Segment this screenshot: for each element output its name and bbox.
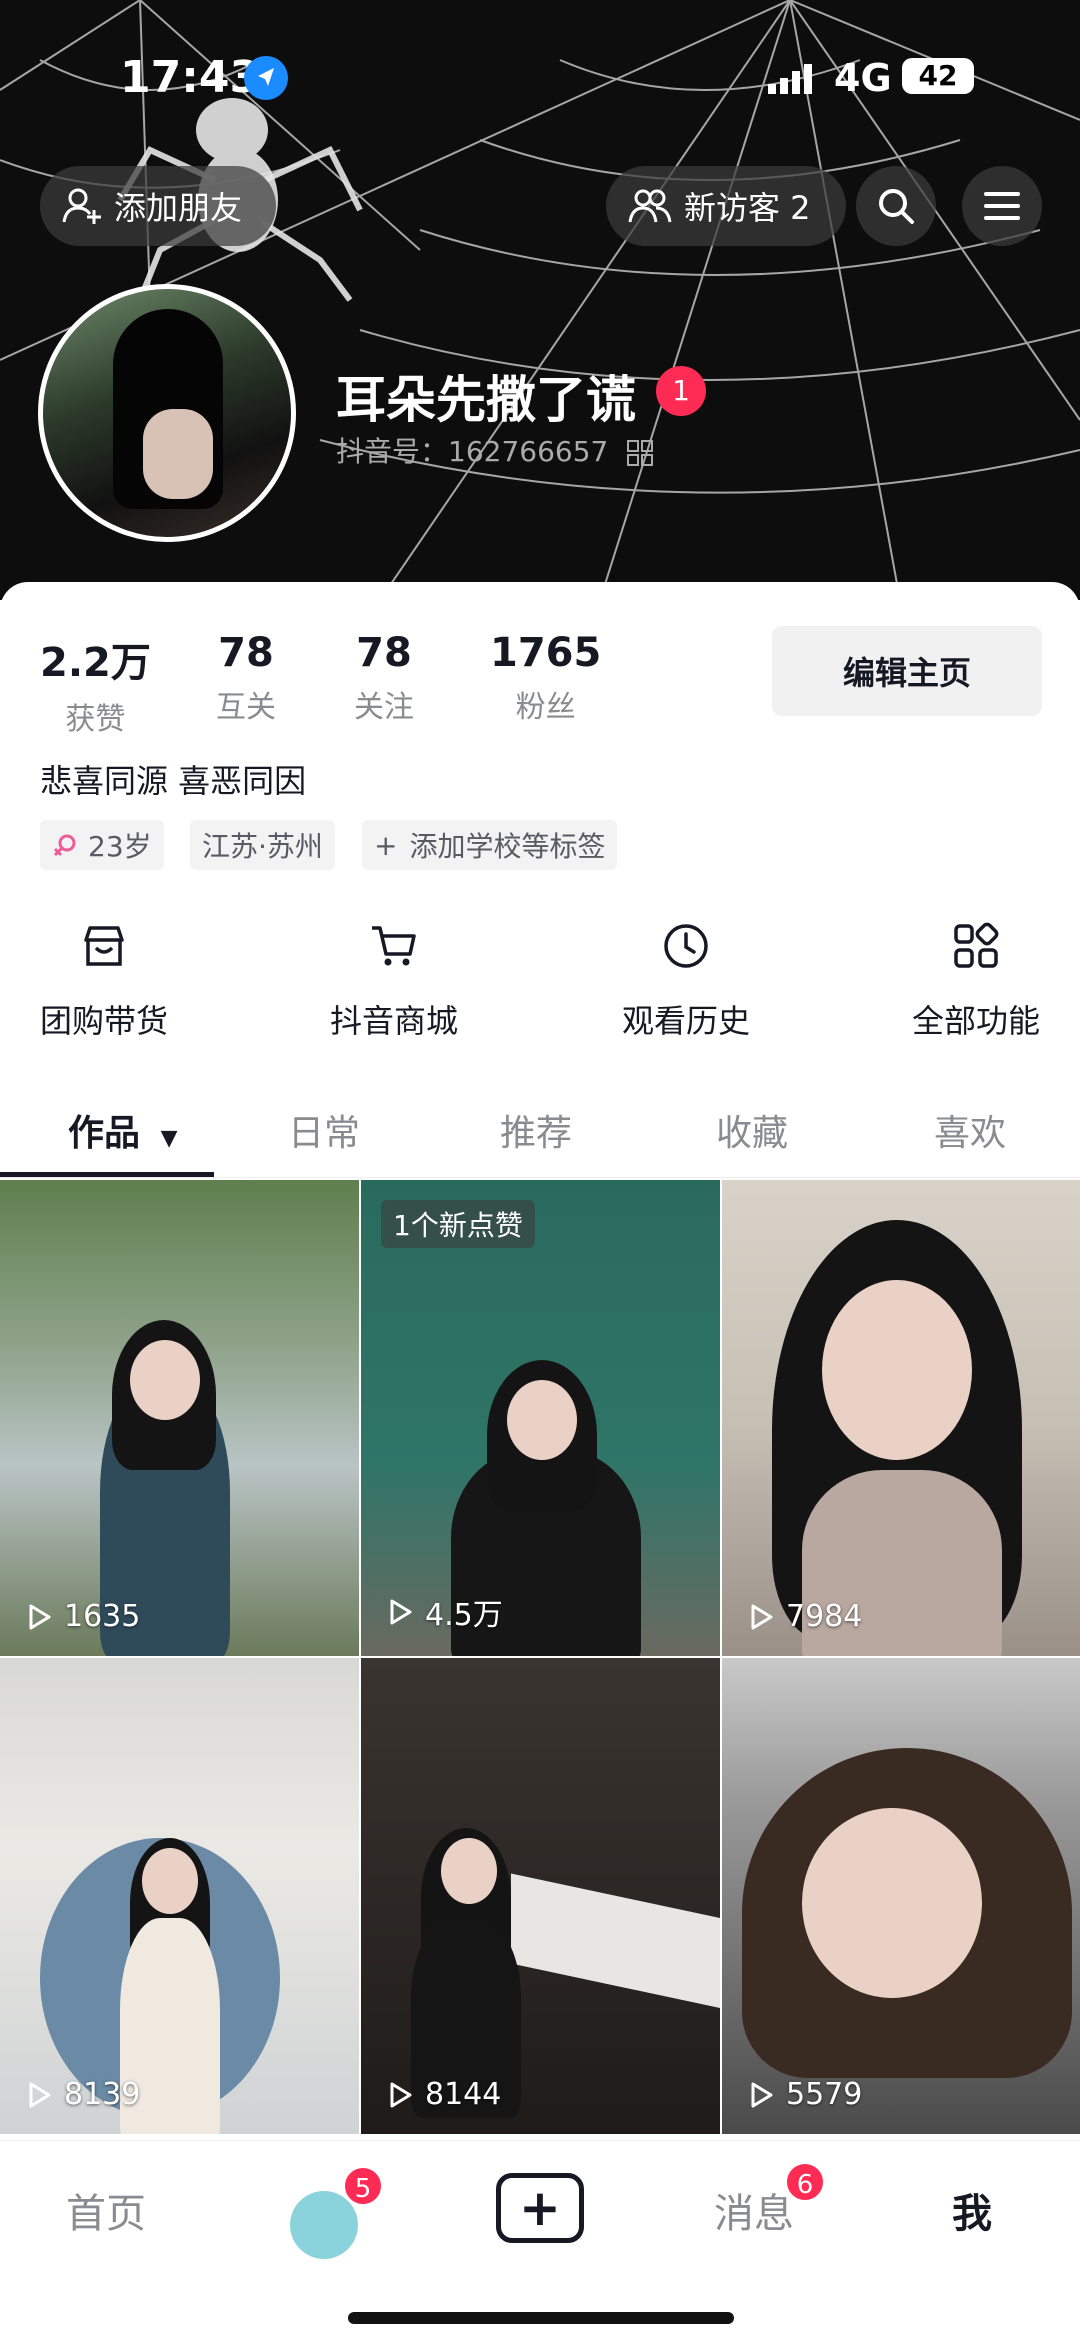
nav-me[interactable]: 我 (952, 2181, 992, 2239)
play-count: 8144 (385, 2077, 501, 2112)
stat-label: 粉丝 (515, 690, 576, 725)
cart-icon (372, 926, 416, 966)
tab-recommend[interactable]: 推荐 (500, 1104, 572, 1156)
play-count-value: 4.5万 (425, 1598, 503, 1633)
female-icon (53, 834, 76, 857)
add-school-text: 添加学校等标签 (409, 830, 606, 863)
search-button[interactable] (856, 166, 936, 246)
stat-label: 互关 (216, 690, 276, 725)
active-tab-indicator (0, 1172, 214, 1177)
add-friend-label: 添加朋友 (114, 189, 243, 227)
stat-value: 78 (356, 630, 412, 676)
clock-icon (664, 924, 708, 968)
play-count-value: 1635 (64, 1599, 141, 1634)
nav-home[interactable]: 首页 (66, 2181, 146, 2239)
hamburger-menu-icon (984, 192, 1020, 220)
plus-icon: + (519, 2179, 561, 2237)
tab-likes[interactable]: 喜欢 (934, 1104, 1006, 1156)
stat-mutual[interactable]: 78 互关 (216, 630, 276, 726)
function-label: 全部功能 (912, 1002, 1041, 1040)
menu-button[interactable] (962, 166, 1042, 246)
new-like-badge: 1个新点赞 (381, 1200, 535, 1248)
profile-nickname: 耳朵先撒了谎 (336, 371, 636, 429)
add-friend-button[interactable]: 添加朋友 (40, 166, 276, 246)
age-text: 23岁 (88, 830, 152, 863)
profile-banner: 17:43 4G 42 添加朋友 新访客 2 耳朵先撒了谎 1 抖音号：1627… (0, 0, 1080, 600)
stat-label: 关注 (354, 690, 414, 725)
tab-label: 作品 (68, 1113, 141, 1154)
play-count: 1635 (24, 1599, 140, 1634)
messages-badge: 6 (784, 2161, 826, 2203)
play-icon (390, 1599, 412, 1625)
play-count: 5579 (746, 2077, 862, 2112)
play-count-value: 8139 (64, 2077, 141, 2112)
add-school-tag[interactable]: + 添加学校等标签 (362, 820, 618, 870)
create-button[interactable]: + (496, 2173, 584, 2243)
cellular-signal-icon (768, 64, 814, 94)
content-tabs: 作品 ▼ 日常 推荐 收藏 喜欢 (0, 1082, 1080, 1178)
tab-daily[interactable]: 日常 (288, 1104, 360, 1156)
location-arrow-icon (244, 56, 288, 100)
qr-code-icon (627, 440, 654, 466)
play-icon (29, 2082, 51, 2107)
visitors-icon (628, 189, 672, 223)
caret-down-icon: ▼ (160, 1126, 178, 1151)
stat-value: 78 (218, 630, 274, 676)
function-label: 观看历史 (622, 1002, 751, 1040)
watch-history-function[interactable]: 观看历史 (622, 918, 750, 1042)
video-thumbnail[interactable]: 8139 (0, 1658, 359, 2134)
play-count: 4.5万 (385, 1590, 503, 1634)
video-thumbnail[interactable]: 8144 (361, 1658, 720, 2134)
shop-icon (84, 926, 124, 966)
play-count-value: 7984 (786, 1599, 863, 1634)
stat-label: 获赞 (65, 702, 126, 737)
all-functions[interactable]: 全部功能 (912, 918, 1040, 1042)
group-buy-function[interactable]: 团购带货 (40, 918, 168, 1042)
video-thumbnail[interactable]: 1个新点赞 4.5万 (361, 1180, 720, 1656)
nav-messages[interactable]: 消息 (714, 2181, 794, 2239)
new-visitors-button[interactable]: 新访客 2 (606, 166, 846, 246)
plus-icon: + (374, 828, 398, 862)
grid-icon (954, 922, 999, 968)
search-icon (879, 189, 914, 224)
play-icon (390, 2082, 412, 2107)
video-thumbnail[interactable]: 7984 (722, 1180, 1080, 1656)
friends-badge: 5 (342, 2165, 384, 2207)
add-user-icon (62, 188, 101, 224)
play-icon (29, 1604, 51, 1629)
network-type: 4G (834, 56, 892, 100)
status-bar: 17:43 4G 42 (0, 50, 1080, 110)
stat-following[interactable]: 78 关注 (354, 630, 414, 726)
function-label: 抖音商城 (330, 1002, 459, 1040)
play-icon (751, 2082, 773, 2107)
tab-works[interactable]: 作品 ▼ (68, 1104, 177, 1156)
play-count: 7984 (746, 1599, 862, 1634)
edit-profile-button[interactable]: 编辑主页 (772, 626, 1042, 716)
douyin-id-text: 抖音号：162766657 (336, 435, 609, 468)
play-count-value: 8144 (425, 2077, 502, 2112)
status-time: 17:43 (120, 52, 261, 103)
video-thumbnail[interactable]: 1635 (0, 1180, 359, 1656)
location-tag: 江苏·苏州 (190, 820, 335, 870)
battery-indicator: 42 (902, 58, 974, 94)
video-thumbnail[interactable]: 5579 (722, 1658, 1080, 2134)
stat-likes[interactable]: 2.2万 获赞 (40, 630, 151, 738)
function-label: 团购带货 (40, 1002, 169, 1040)
stat-followers[interactable]: 1765 粉丝 (490, 630, 601, 726)
play-icon (751, 1604, 773, 1629)
home-indicator (348, 2312, 734, 2324)
profile-bio: 悲喜同源 喜恶同因 (40, 762, 307, 800)
douyin-mall-function[interactable]: 抖音商城 (330, 918, 458, 1042)
age-tag: 23岁 (40, 820, 164, 870)
visitor-label: 新访客 2 (684, 189, 811, 227)
stat-value: 1765 (490, 630, 602, 676)
stat-value: 2.2万 (40, 640, 151, 686)
play-count-value: 5579 (786, 2077, 863, 2112)
tab-favorites[interactable]: 收藏 (716, 1104, 788, 1156)
notification-badge[interactable]: 1 (656, 366, 706, 416)
play-count: 8139 (24, 2077, 140, 2112)
profile-avatar[interactable] (38, 284, 296, 542)
douyin-id[interactable]: 抖音号：162766657 (336, 430, 654, 470)
